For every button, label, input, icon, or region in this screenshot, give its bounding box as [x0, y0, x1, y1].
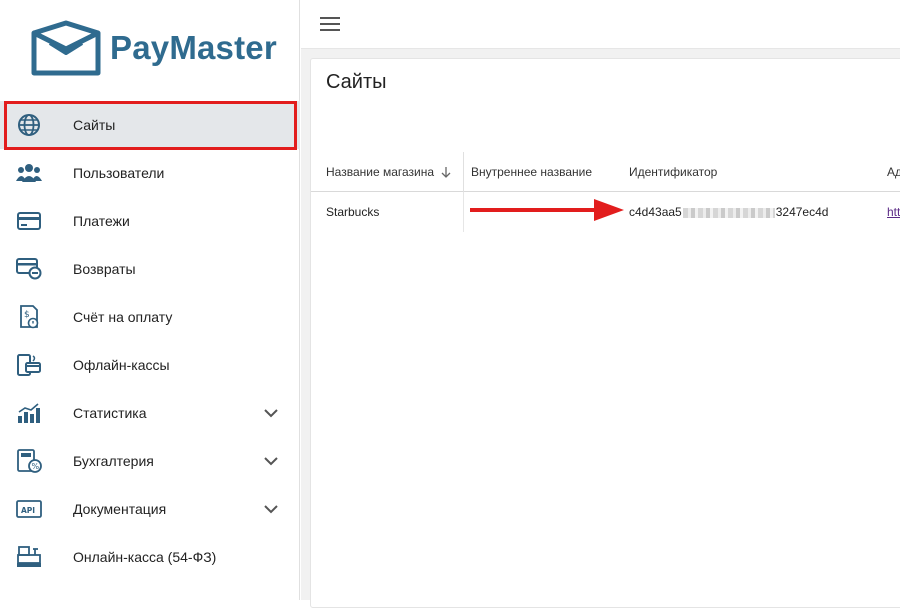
sidebar-nav: Сайты Пользователи Платежи Возвраты $ Сч…: [0, 101, 300, 581]
sidebar-item-label: Пользователи: [73, 165, 165, 181]
globe-icon: [16, 113, 42, 137]
cell-address-link[interactable]: htt: [887, 192, 900, 232]
sidebar-item-label: Счёт на оплату: [73, 309, 173, 325]
cell-identifier[interactable]: c4d43aa5 3247ec4d: [629, 192, 828, 232]
chevron-down-icon[interactable]: [263, 406, 279, 420]
offline-terminal-icon: [16, 353, 42, 377]
sidebar-item-statistics[interactable]: Статистика: [0, 389, 300, 437]
sidebar-item-refunds[interactable]: Возвраты: [0, 245, 300, 293]
sidebar-item-label: Офлайн-кассы: [73, 357, 170, 373]
paymaster-logo[interactable]: PayMaster: [30, 18, 277, 78]
column-header-internal-name[interactable]: Внутреннее название: [471, 152, 592, 192]
wallet-logo-icon: [31, 20, 101, 76]
column-header-store-name[interactable]: Название магазина: [326, 152, 434, 192]
cash-register-icon: [16, 545, 42, 569]
credit-card-icon: [16, 209, 42, 233]
column-divider: [463, 192, 464, 232]
chevron-down-icon[interactable]: [263, 454, 279, 468]
menu-icon[interactable]: [320, 17, 340, 31]
sidebar-item-label: Платежи: [73, 213, 130, 229]
cell-store-name: Starbucks: [326, 205, 380, 219]
column-header-label: Внутреннее название: [471, 165, 592, 179]
card-refund-icon: [16, 257, 42, 281]
column-header-identifier[interactable]: Идентификатор: [629, 152, 717, 192]
column-header-label: Идентификатор: [629, 165, 718, 179]
sidebar-item-invoice[interactable]: $ Счёт на оплату: [0, 293, 300, 341]
svg-text:%: %: [32, 462, 40, 471]
brand-name: PayMaster: [110, 29, 277, 66]
calculator-percent-icon: %: [16, 449, 42, 473]
column-header-label: Ад: [887, 165, 900, 179]
content-card: [310, 58, 900, 608]
sidebar-item-payments[interactable]: Платежи: [0, 197, 300, 245]
column-header-address[interactable]: Ад: [887, 152, 900, 192]
table-header: Название магазина Внутреннее название Ид…: [311, 152, 900, 192]
svg-text:API: API: [21, 506, 35, 515]
invoice-icon: $: [16, 305, 42, 329]
sidebar-item-label: Сайты: [73, 117, 116, 133]
sidebar-item-accounting[interactable]: % Бухгалтерия: [0, 437, 300, 485]
sidebar-item-sites[interactable]: Сайты: [0, 101, 300, 149]
sidebar-item-users[interactable]: Пользователи: [0, 149, 300, 197]
chevron-down-icon[interactable]: [263, 502, 279, 516]
sidebar-item-documentation[interactable]: API Документация: [0, 485, 300, 533]
bar-chart-icon: [16, 401, 42, 425]
identifier-suffix: 3247ec4d: [775, 205, 829, 219]
sidebar-item-label: Документация: [73, 501, 167, 517]
sidebar-item-label: Онлайн-касса (54-ФЗ): [73, 549, 217, 565]
sidebar-item-label: Статистика: [73, 405, 147, 421]
sidebar-item-offline-kiosks[interactable]: Офлайн-кассы: [0, 341, 300, 389]
svg-text:$: $: [24, 310, 30, 320]
column-header-label: Название магазина: [326, 165, 435, 179]
column-divider[interactable]: [463, 152, 464, 192]
redacted-identifier-segment: [682, 207, 775, 218]
sidebar: PayMaster Сайты Пользователи Платежи Воз…: [0, 0, 300, 600]
sort-down-arrow-icon[interactable]: [441, 166, 451, 178]
identifier-prefix: c4d43aa5: [629, 205, 682, 219]
users-icon: [16, 161, 42, 185]
api-doc-icon: API: [16, 497, 42, 521]
annotation-arrow-icon: [470, 199, 624, 221]
sidebar-item-label: Возвраты: [73, 261, 136, 277]
sidebar-item-label: Бухгалтерия: [73, 453, 154, 469]
page-title: Сайты: [326, 71, 387, 93]
sidebar-item-online-cash-register[interactable]: Онлайн-касса (54-ФЗ): [0, 533, 300, 581]
top-bar: [301, 0, 900, 49]
